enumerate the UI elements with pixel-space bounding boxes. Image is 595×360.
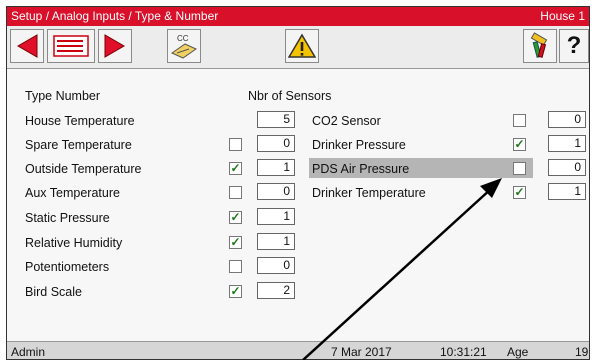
- left-row-checkbox[interactable]: ✓: [229, 211, 242, 224]
- left-row-label: Bird Scale: [25, 285, 82, 299]
- left-row-label: Relative Humidity: [25, 236, 123, 250]
- breadcrumb: Setup / Analog Inputs / Type & Number: [11, 9, 219, 23]
- house-label: House 1: [540, 9, 585, 23]
- left-row-checkbox[interactable]: [229, 260, 242, 273]
- right-row-label: PDS Air Pressure: [312, 162, 410, 176]
- right-row-checkbox[interactable]: ✓: [513, 186, 526, 199]
- left-row-checkbox[interactable]: [229, 186, 242, 199]
- status-bar: Admin 7 Mar 2017 10:31:21 Age 19: [7, 341, 589, 359]
- toolbar: CC ?: [7, 26, 589, 69]
- left-row-value[interactable]: 1: [257, 233, 295, 250]
- user-label: Admin: [11, 345, 46, 359]
- cc-button[interactable]: CC: [167, 29, 201, 63]
- left-row-checkbox[interactable]: ✓: [229, 285, 242, 298]
- time-label: 10:31:21: [440, 345, 487, 359]
- right-row-value[interactable]: 1: [548, 135, 586, 152]
- right-row-value[interactable]: 0: [548, 159, 586, 176]
- app-window: Setup / Analog Inputs / Type & Number Ho…: [6, 6, 590, 360]
- warning-icon: [288, 33, 316, 58]
- next-button[interactable]: [98, 29, 132, 63]
- left-row-value[interactable]: 0: [257, 183, 295, 200]
- list-button[interactable]: [47, 29, 95, 63]
- left-row-value[interactable]: 5: [257, 111, 295, 128]
- left-row-checkbox[interactable]: [229, 138, 242, 151]
- right-row-label: CO2 Sensor: [312, 114, 381, 128]
- help-label: ?: [566, 32, 582, 59]
- left-row-label: Outside Temperature: [25, 162, 142, 176]
- date-label: 7 Mar 2017: [331, 345, 392, 359]
- prev-button[interactable]: [10, 29, 44, 63]
- title-bar: Setup / Analog Inputs / Type & Number Ho…: [7, 7, 589, 26]
- cc-icon: CC: [170, 34, 198, 59]
- left-row-checkbox[interactable]: ✓: [229, 236, 242, 249]
- left-row-label: Potentiometers: [25, 260, 110, 274]
- left-row-label: House Temperature: [25, 114, 135, 128]
- left-row-label: Aux Temperature: [25, 186, 120, 200]
- age-label: Age: [507, 345, 529, 359]
- nbr-sensors-header: Nbr of Sensors: [248, 89, 332, 103]
- help-button[interactable]: ?: [559, 29, 589, 63]
- tools-icon: [530, 32, 548, 58]
- right-row-label: Drinker Temperature: [312, 186, 426, 200]
- left-row-checkbox[interactable]: ✓: [229, 162, 242, 175]
- list-icon: [53, 35, 89, 57]
- left-row-value[interactable]: 1: [257, 208, 295, 225]
- right-row-value[interactable]: 0: [548, 111, 586, 128]
- left-row-value[interactable]: 0: [257, 135, 295, 152]
- left-row-value[interactable]: 0: [257, 257, 295, 274]
- left-row-value[interactable]: 2: [257, 282, 295, 299]
- age-value: 19: [575, 345, 589, 359]
- left-row-value[interactable]: 1: [257, 159, 295, 176]
- cc-label: CC: [177, 34, 189, 43]
- content-area: Type Number Nbr of Sensors House Tempera…: [7, 69, 589, 341]
- right-row-checkbox[interactable]: ✓: [513, 138, 526, 151]
- left-row-label: Static Pressure: [25, 211, 110, 225]
- type-number-header: Type Number: [25, 89, 101, 103]
- right-row-label: Drinker Pressure: [312, 138, 406, 152]
- right-row-checkbox[interactable]: [513, 114, 526, 127]
- alarm-button[interactable]: [285, 29, 319, 63]
- tools-button[interactable]: [523, 29, 557, 63]
- left-triangle-icon: [17, 34, 38, 58]
- left-row-label: Spare Temperature: [25, 138, 132, 152]
- right-row-checkbox[interactable]: [513, 162, 526, 175]
- right-row-value[interactable]: 1: [548, 183, 586, 200]
- right-triangle-icon: [104, 34, 125, 58]
